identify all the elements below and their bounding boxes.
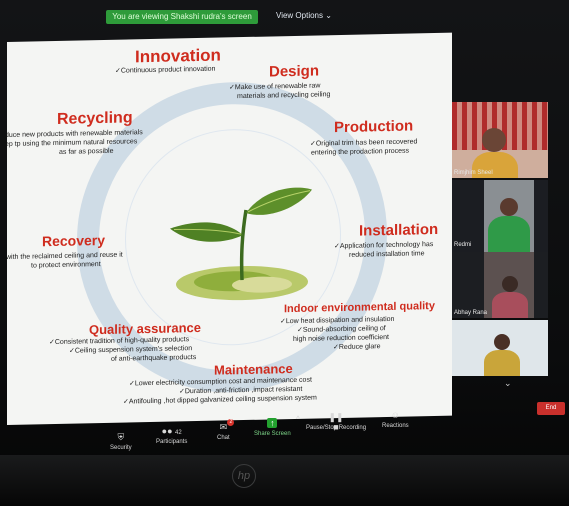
participants-count: 42: [175, 430, 182, 436]
participant-head: [482, 128, 506, 152]
innovation-heading: Innovation: [135, 45, 221, 67]
participant-body: [492, 292, 528, 318]
maintenance-heading: Maintenance: [214, 361, 293, 378]
design-text-2: materials and recycling ceiling: [237, 91, 331, 101]
share-screen-button[interactable]: ↑ Share Screen: [254, 418, 291, 437]
participant-name: Rimjhim Sheel: [454, 170, 493, 176]
recycling-text-3: as far as possible: [59, 147, 114, 156]
chat-badge: 2: [227, 419, 235, 426]
participant-head: [502, 276, 518, 292]
end-meeting-button[interactable]: End: [537, 402, 565, 415]
video-tile[interactable]: Rimjhim Sheel: [452, 102, 548, 178]
participant-head: [500, 198, 518, 216]
shared-slide: Innovation ✓Continuous product innovatio…: [7, 32, 452, 425]
shield-icon: ⛨: [117, 432, 125, 442]
indoor-heading: Indoor environmental quality: [284, 300, 435, 316]
video-tile[interactable]: Redmi: [452, 180, 548, 252]
gallery-view-controls[interactable]: [452, 92, 548, 105]
quality-heading: Quality assurance: [89, 319, 201, 338]
screen-share-banner: You are viewing Shakshi rudra's screen: [106, 10, 258, 24]
recovery-text-2: to protect environment: [31, 261, 101, 270]
recording-label: Pause/Stop Recording: [306, 425, 367, 431]
participants-button[interactable]: ●● 42 Participants: [156, 426, 187, 445]
participant-head: [494, 334, 510, 350]
video-tile[interactable]: [452, 320, 548, 376]
participants-icon: ●● 42: [161, 426, 182, 436]
quality-text-3: of anti-earthquake products: [111, 354, 197, 363]
production-heading: Production: [334, 117, 414, 137]
installation-heading: Installation: [359, 220, 439, 240]
meeting-toolbar: ⛨ Security ●● 42 Participants ✉ 2 Chat ↑ …: [100, 410, 460, 454]
participant-name: Abhay Rana: [454, 310, 488, 316]
participants-label: Participants: [156, 439, 188, 445]
share-screen-icon: ↑: [267, 418, 278, 428]
participant-body: [488, 216, 530, 252]
participant-name: Redmi: [454, 242, 472, 248]
chevron-up-icon: ^: [295, 414, 301, 424]
production-text-2: entering the prodaction process: [311, 147, 410, 157]
video-tile[interactable]: Abhay Rana: [452, 252, 548, 318]
reactions-icon: ☺: [390, 410, 400, 420]
design-heading: Design: [269, 62, 320, 81]
innovation-text-1: ✓Continuous product innovation: [115, 65, 216, 75]
share-screen-label: Share Screen: [254, 431, 291, 437]
share-options-caret[interactable]: ^: [292, 414, 304, 427]
reactions-button[interactable]: ☺ Reactions: [382, 410, 409, 429]
security-label: Security: [110, 445, 132, 451]
maintenance-text-3: ✓Antifouling ,hot dipped galvanized ceil…: [123, 394, 317, 406]
chat-button[interactable]: ✉ 2 Chat: [217, 419, 235, 441]
participant-body: [484, 350, 520, 376]
hp-logo: hp: [232, 464, 256, 488]
installation-text-2: reduced installation time: [349, 250, 425, 259]
chat-label: Chat: [217, 435, 230, 441]
indoor-text-4: ✓Reduce glare: [333, 343, 381, 352]
recording-button[interactable]: ❚❚ ■ Pause/Stop Recording: [306, 412, 367, 432]
chat-icon: ✉ 2: [218, 419, 235, 432]
reactions-label: Reactions: [382, 423, 409, 429]
view-options-button[interactable]: View Options ⌄: [276, 11, 332, 20]
security-button[interactable]: ⛨ Security: [110, 432, 132, 451]
recycling-heading: Recycling: [57, 109, 133, 128]
pause-stop-icon: ❚❚ ■: [328, 412, 344, 432]
chevron-down-icon[interactable]: ⌄: [504, 378, 512, 389]
recovery-heading: Recovery: [42, 231, 106, 250]
plant-image: [170, 187, 312, 301]
monitor-bezel: [0, 455, 569, 506]
